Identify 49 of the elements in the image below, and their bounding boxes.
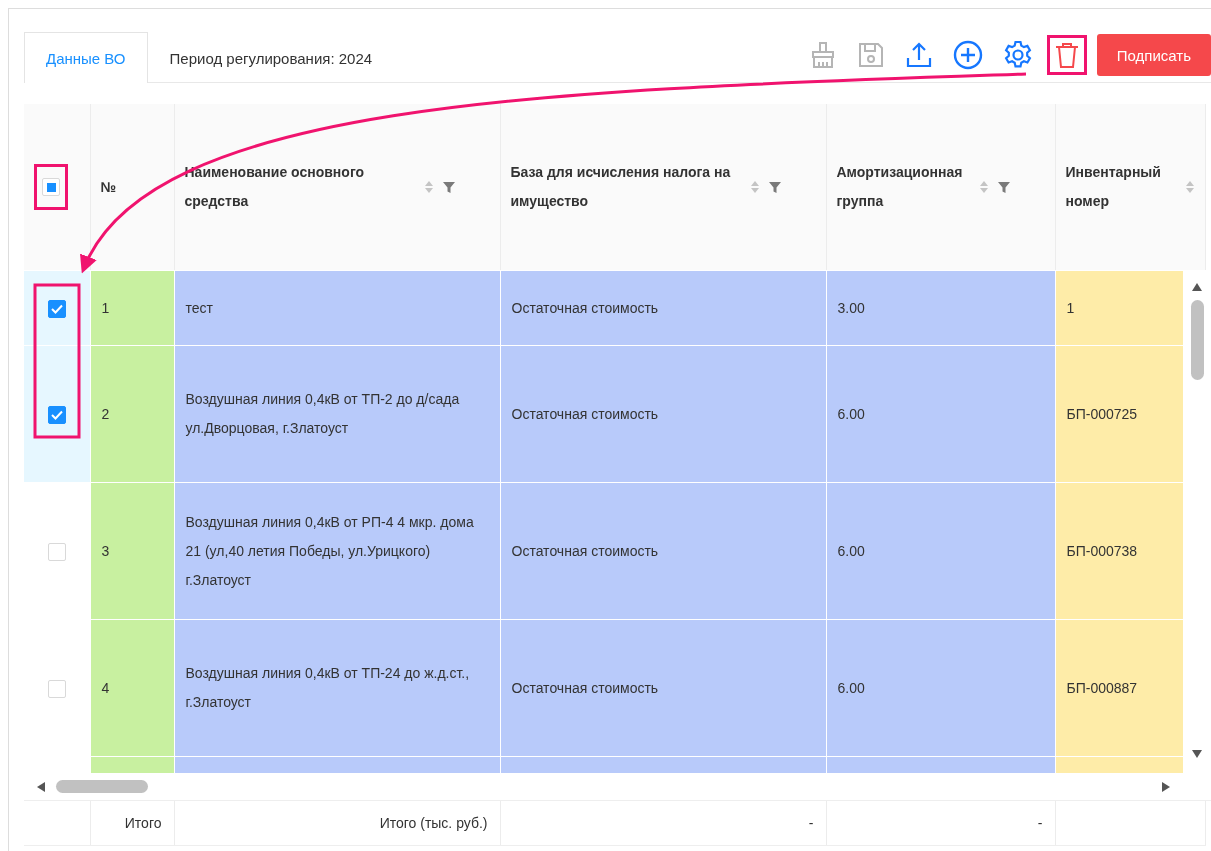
table-cell: Остаточная стоимость [511,679,659,696]
table-cell: Воздушная линия 0,4кВ от РП-4 4 мкр. дома 21 (ул,40 летия Победы, ул.Урицкого) г.Златоуст [185,513,474,588]
filter-icon[interactable] [996,180,1011,194]
table-cell: Воздушная линия 0,4кВ от ТП-24 до ж.д.ст., г.Златоуст [185,665,470,710]
scroll-left-icon[interactable] [36,780,46,793]
table-cell: БП-000725 [1066,405,1138,422]
table-cell: Воздушная линия 0,4кВ от ТП-2 до д/сада ул.Дворцовая, г.Златоуст [185,391,460,436]
column-header: Наименование основного средства [184,163,366,211]
filter-icon[interactable] [767,180,782,194]
scroll-up-icon[interactable] [1191,282,1203,292]
footer-cell: - [1037,815,1043,831]
footer-cell: Итого [124,815,162,831]
table-cell: 6.00 [837,679,865,696]
table-cell: тест [185,299,213,316]
footer-cell: - [808,815,814,831]
tab[interactable]: Данные ВО [24,32,148,83]
column-header: № [100,177,118,197]
table-cell: 3.00 [837,299,865,316]
scroll-down-icon[interactable] [1191,749,1203,759]
row-checkbox[interactable] [47,405,66,424]
table-cell: 6.00 [837,542,865,559]
table-cell: 2 [101,405,110,422]
table-cell: Остаточная стоимость [511,299,659,316]
scrollbar-thumb[interactable] [56,780,148,793]
table-cell: Остаточная стоимость [511,405,659,422]
footer-cell: Итого (тыс. руб.) [379,815,488,831]
row-checkbox[interactable] [47,299,66,318]
table-cell: 4 [101,679,110,696]
table-cell: 1 [101,299,110,316]
scroll-right-icon[interactable] [1161,780,1171,793]
column-header: Амортизационная группа [836,163,964,211]
table-cell: БП-000887 [1066,679,1138,696]
tab[interactable]: Период регулирования: 2024 [147,32,395,83]
sort-icon[interactable] [978,179,989,195]
sort-icon[interactable] [423,179,434,195]
table-cell: Остаточная стоимость [511,542,659,559]
sort-icon[interactable] [749,179,760,195]
table-cell: 1 [1066,299,1075,316]
sign-button[interactable]: Подписать [1096,34,1211,76]
table-cell: 3 [101,542,110,559]
table-cell: 6.00 [837,405,865,422]
filter-icon[interactable] [441,180,456,194]
column-header: Инвентарный номер [1065,163,1162,211]
select-all-checkbox[interactable] [42,178,60,196]
sort-icon[interactable] [1184,179,1195,195]
trash-icon[interactable] [1046,35,1087,75]
table-cell: БП-000738 [1066,542,1138,559]
scrollbar-thumb[interactable] [1190,300,1204,380]
column-header: База для исчисления налога на имущество [510,163,732,211]
